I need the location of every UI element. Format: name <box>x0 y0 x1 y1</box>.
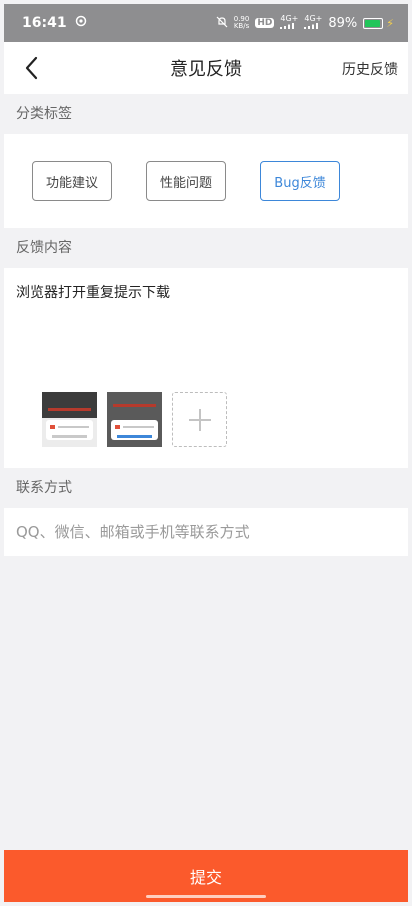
app-frame: 16:41 0.90 KB/s HD 4G+ 4G+ 89% ⚡ 意见反馈 历史… <box>4 4 408 902</box>
add-image-button[interactable] <box>172 392 227 447</box>
back-button[interactable] <box>16 52 48 84</box>
attachment-thumbnail[interactable] <box>42 392 97 447</box>
chevron-left-icon <box>25 56 38 80</box>
battery-level <box>365 19 380 27</box>
battery-percent: 89% <box>328 15 358 31</box>
feedback-section-label: 反馈内容 <box>16 240 72 256</box>
category-section-label: 分类标签 <box>16 106 72 122</box>
app-notification-icon <box>75 15 87 31</box>
feedback-content-area[interactable]: 浏览器打开重复提示下载 <box>4 268 408 468</box>
signal-icon: 4G+ <box>280 15 298 31</box>
mute-icon <box>216 16 228 31</box>
attachment-list <box>42 392 227 447</box>
tag-feature-suggestion[interactable]: 功能建议 <box>32 161 112 201</box>
feedback-text[interactable]: 浏览器打开重复提示下载 <box>16 282 170 302</box>
nav-bar: 意见反馈 历史反馈 <box>4 42 408 94</box>
tag-performance-issue[interactable]: 性能问题 <box>146 161 226 201</box>
contact-input[interactable] <box>4 508 408 556</box>
tag-bug-report[interactable]: Bug反馈 <box>260 161 340 201</box>
hd-badge: HD <box>255 18 275 28</box>
charging-icon: ⚡ <box>386 16 394 30</box>
contact-section-label: 联系方式 <box>16 480 72 496</box>
net-speed: 0.90 KB/s <box>233 15 250 30</box>
battery-icon: ⚡ <box>363 17 394 30</box>
status-bar: 16:41 0.90 KB/s HD 4G+ 4G+ 89% ⚡ <box>4 4 408 42</box>
plus-icon <box>188 408 211 431</box>
submit-label: 提交 <box>189 868 222 887</box>
submit-button[interactable]: 提交 <box>4 850 408 902</box>
signal-icon-2: 4G+ <box>304 15 322 31</box>
category-tags: 功能建议 性能问题 Bug反馈 <box>4 134 408 228</box>
contact-field-container <box>4 508 408 556</box>
attachment-thumbnail[interactable] <box>107 392 162 447</box>
home-indicator <box>146 895 266 898</box>
status-time: 16:41 <box>22 15 67 31</box>
page-title: 意见反馈 <box>170 59 242 80</box>
history-feedback-link[interactable]: 历史反馈 <box>342 59 398 79</box>
